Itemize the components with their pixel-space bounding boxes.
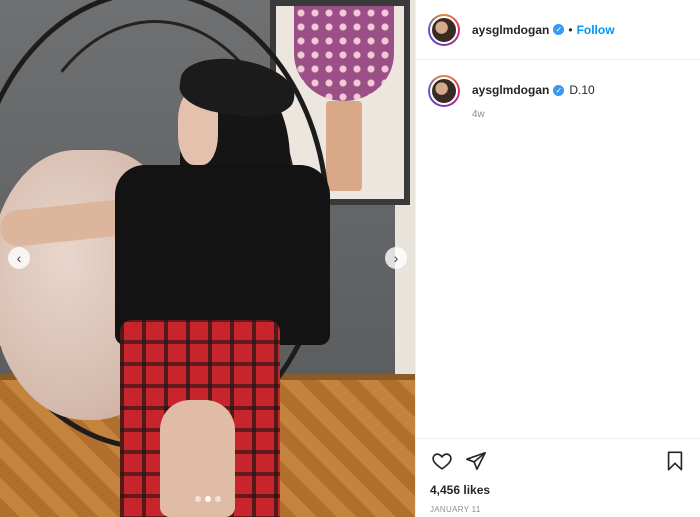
caption-timestamp[interactable]: 4w (472, 109, 595, 120)
instagram-post-modal: ‹ › aysglmdogan ✓ • Follow aysglmdogan ✓ (0, 0, 700, 517)
poster-legs (326, 101, 362, 191)
post-actions: 4,456 likes JANUARY 11 (416, 438, 700, 514)
verified-badge-icon: ✓ (553, 24, 565, 35)
carousel-dot-active (205, 496, 211, 502)
bookmark-icon (667, 451, 683, 471)
caption-username[interactable]: aysglmdogan (472, 83, 549, 97)
paper-plane-icon (466, 451, 486, 471)
caption-line: aysglmdogan ✓ D.10 (472, 83, 595, 97)
post-image-carousel[interactable]: ‹ › (0, 0, 415, 517)
post-side-panel: aysglmdogan ✓ • Follow aysglmdogan ✓ D.1… (415, 0, 700, 517)
avatar-image (430, 77, 458, 105)
post-header: aysglmdogan ✓ • Follow (416, 0, 700, 60)
carousel-dot (195, 496, 201, 502)
carousel-dot (215, 496, 221, 502)
verified-badge-icon: ✓ (553, 84, 565, 96)
person-top (115, 165, 330, 345)
header-separator: • (568, 22, 573, 37)
action-icons (430, 449, 687, 473)
follow-button[interactable]: Follow (577, 23, 615, 37)
caption-body: aysglmdogan ✓ D.10 4w (472, 83, 595, 120)
chevron-left-icon: ‹ (16, 250, 22, 266)
caption-comment: aysglmdogan ✓ D.10 4w (428, 75, 595, 120)
post-date[interactable]: JANUARY 11 (430, 505, 687, 514)
poster-skirt (294, 6, 394, 101)
share-button[interactable] (464, 449, 488, 473)
save-button[interactable] (663, 449, 687, 473)
caption-avatar[interactable] (428, 75, 460, 107)
avatar[interactable] (428, 13, 460, 46)
chevron-right-icon: › (393, 250, 399, 266)
like-button[interactable] (430, 449, 454, 473)
avatar-image (430, 15, 458, 44)
carousel-indicator (195, 496, 221, 502)
carousel-next-button[interactable]: › (385, 247, 407, 269)
likes-count[interactable]: 4,456 likes (430, 483, 687, 497)
caption-text: D.10 (569, 83, 595, 97)
carousel-prev-button[interactable]: ‹ (8, 247, 30, 269)
header-username[interactable]: aysglmdogan (472, 23, 549, 37)
heart-icon (432, 453, 452, 470)
